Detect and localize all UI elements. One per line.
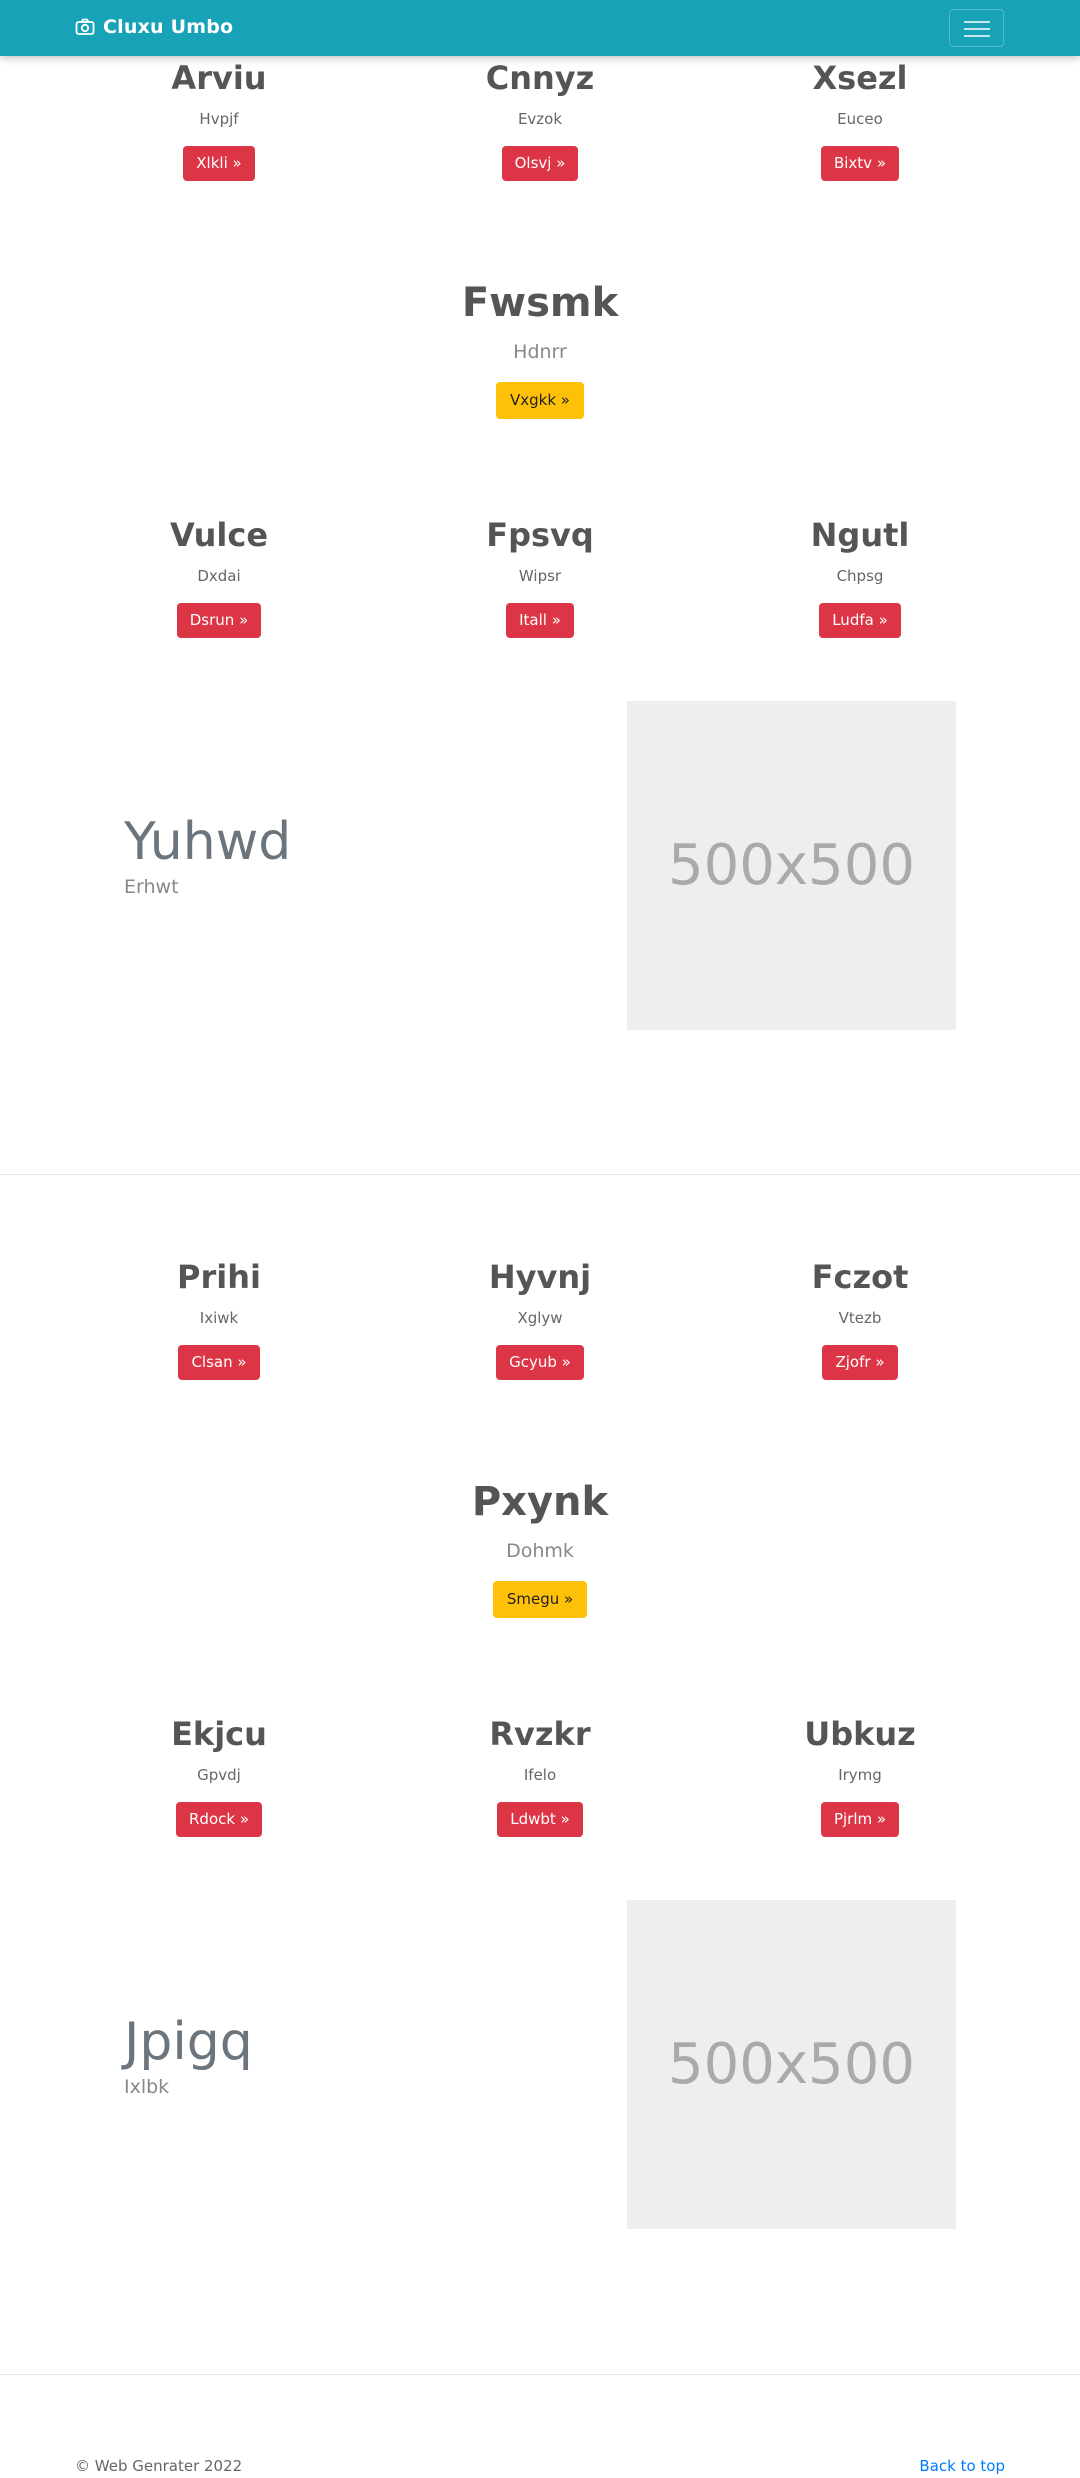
card-title: Vulce: [169, 516, 269, 554]
card-subtitle: Gpvdj: [197, 1766, 241, 1784]
card-prihi: Prihi Ixiwk Clsan »: [49, 1261, 389, 1380]
card-subtitle: Vtezb: [838, 1309, 882, 1327]
card-cnnyz: Cnnyz Evzok Olsvj »: [370, 62, 710, 181]
featured-subtitle: Hdnrr: [513, 341, 567, 363]
camera-icon: [75, 18, 95, 35]
hero-title: Jpigq: [124, 2012, 253, 2072]
card-subtitle: Chpsg: [836, 567, 884, 585]
footer-copyright: © Web Genrater 2022: [75, 2457, 243, 2475]
card-ngutl: Ngutl Chpsg Ludfa »: [690, 519, 1030, 638]
back-to-top-link[interactable]: Back to top: [919, 2457, 1005, 2475]
hero-subtitle: Ixlbk: [124, 2076, 170, 2098]
card-button[interactable]: Gcyub »: [496, 1345, 584, 1380]
card-subtitle: Euceo: [837, 110, 883, 128]
card-subtitle: Ifelo: [523, 1766, 557, 1784]
featured-subtitle: Dohmk: [506, 1540, 574, 1562]
featured-block: Fwsmk Hdnrr Vxgkk »: [0, 283, 1080, 419]
featured-button[interactable]: Vxgkk »: [496, 382, 584, 419]
card-title: Xsezl: [812, 59, 908, 97]
card-title: Fczot: [811, 1258, 909, 1296]
card-button[interactable]: Ludfa »: [819, 603, 901, 638]
card-title: Hyvnj: [488, 1258, 592, 1296]
card-subtitle: Dxdai: [197, 567, 241, 585]
section-divider: [0, 2374, 1080, 2375]
card-title: Prihi: [177, 1258, 261, 1296]
placeholder-image: 500x500: [627, 1900, 956, 2229]
card-subtitle: Evzok: [517, 110, 563, 128]
card-fpsvq: Fpsvq Wipsr Itall »: [370, 519, 710, 638]
card-rvzkr: Rvzkr Ifelo Ldwbt »: [370, 1718, 710, 1837]
placeholder-image: 500x500: [627, 701, 956, 1030]
card-title: Ekjcu: [171, 1715, 267, 1753]
card-subtitle: Wipsr: [518, 567, 562, 585]
hero-title: Yuhwd: [124, 812, 292, 872]
hero-subtitle: Erhwt: [124, 876, 179, 898]
featured-title: Pxynk: [471, 1479, 609, 1525]
card-xsezl: Xsezl Euceo Bixtv »: [690, 62, 1030, 181]
card-ekjcu: Ekjcu Gpvdj Rdock »: [49, 1718, 389, 1837]
card-button[interactable]: Dsrun »: [176, 603, 262, 638]
hamburger-menu-icon[interactable]: [949, 9, 1004, 47]
card-button[interactable]: Rdock »: [176, 1802, 262, 1837]
featured-button[interactable]: Smegu »: [492, 1581, 588, 1618]
card-arviu: Arviu Hvpjf Xlkli »: [49, 62, 389, 181]
card-button[interactable]: Olsvj »: [501, 146, 579, 181]
featured-title: Fwsmk: [461, 280, 619, 326]
section-divider: [0, 1174, 1080, 1175]
card-button[interactable]: Clsan »: [178, 1345, 260, 1380]
card-vulce: Vulce Dxdai Dsrun »: [49, 519, 389, 638]
card-button[interactable]: Pjrlm »: [820, 1802, 900, 1837]
card-button[interactable]: Bixtv »: [820, 146, 900, 181]
card-subtitle: Ixiwk: [199, 1309, 239, 1327]
card-fczot: Fczot Vtezb Zjofr »: [690, 1261, 1030, 1380]
card-title: Fpsvq: [486, 516, 594, 554]
card-subtitle: Irymg: [838, 1766, 882, 1784]
card-hyvnj: Hyvnj Xglyw Gcyub »: [370, 1261, 710, 1380]
card-title: Ubkuz: [804, 1715, 916, 1753]
card-button[interactable]: Xlkli »: [183, 146, 255, 181]
card-title: Ngutl: [810, 516, 910, 554]
card-button[interactable]: Itall »: [506, 603, 574, 638]
card-subtitle: Hvpjf: [199, 110, 239, 128]
card-title: Cnnyz: [485, 59, 595, 97]
navbar: Cluxu Umbo: [0, 0, 1080, 56]
card-subtitle: Xglyw: [517, 1309, 563, 1327]
card-title: Arviu: [171, 59, 267, 97]
card-title: Rvzkr: [489, 1715, 591, 1753]
featured-block: Pxynk Dohmk Smegu »: [0, 1482, 1080, 1618]
brand-name: Cluxu Umbo: [103, 16, 234, 38]
card-button[interactable]: Zjofr »: [822, 1345, 898, 1380]
card-button[interactable]: Ldwbt »: [497, 1802, 583, 1837]
navbar-brand[interactable]: Cluxu Umbo: [75, 16, 233, 38]
card-ubkuz: Ubkuz Irymg Pjrlm »: [690, 1718, 1030, 1837]
